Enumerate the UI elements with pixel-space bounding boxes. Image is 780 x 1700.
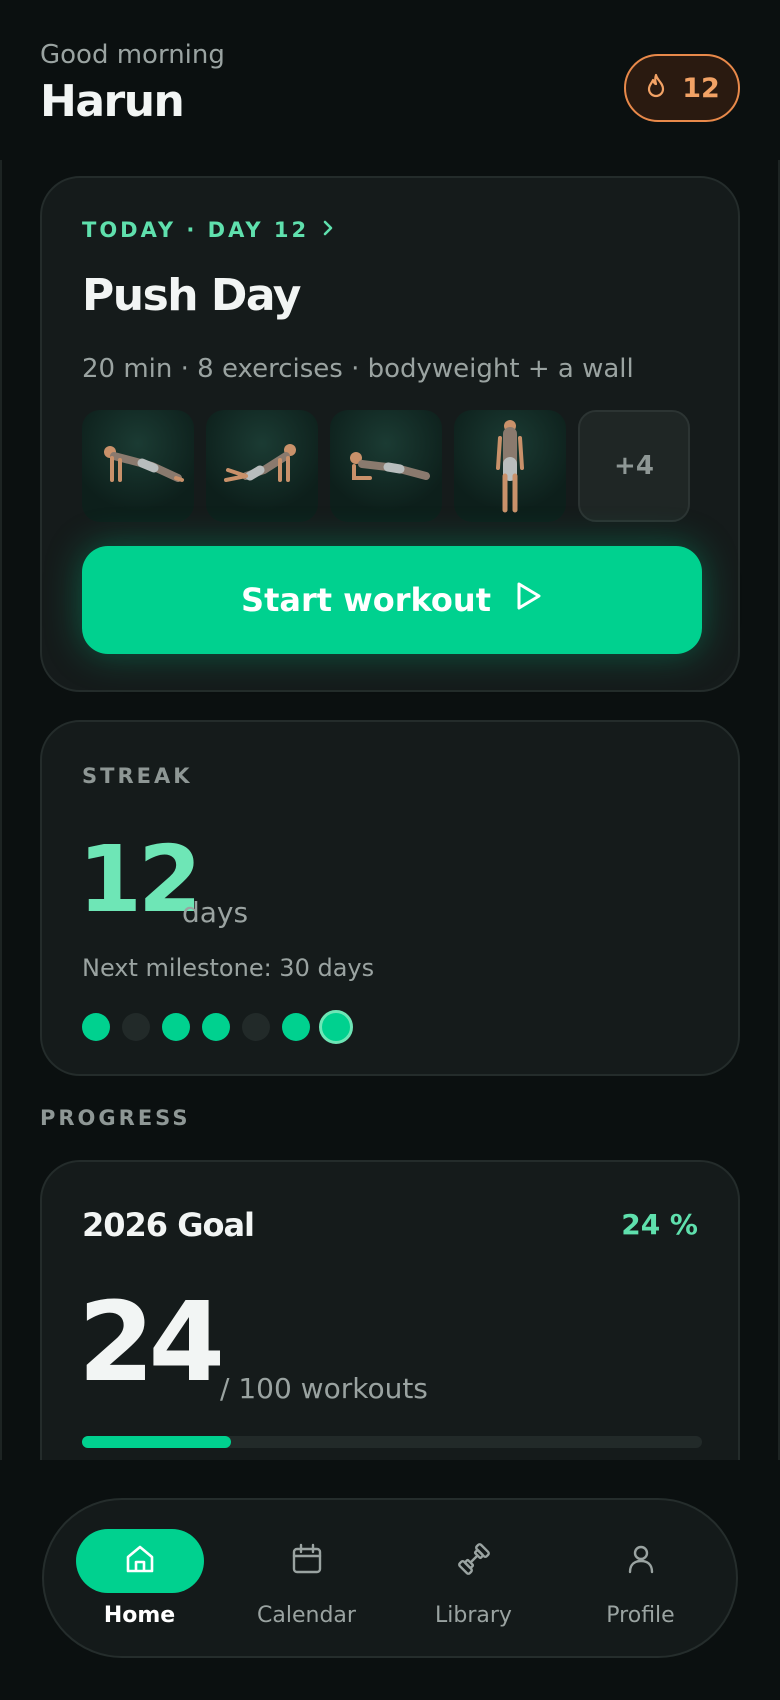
streak-card: STREAK 12 days Next milestone: 30 days [40,720,740,1076]
streak-count: 12 [78,826,202,933]
goal-progress-fill [82,1436,231,1448]
streak-dot [162,1013,190,1041]
today-label-link[interactable]: TODAY · DAY 12 [82,218,335,242]
nav-library[interactable]: Library [394,1529,554,1628]
play-icon [513,580,543,620]
next-milestone: Next milestone: 30 days [82,954,375,982]
nav-calendar-label: Calendar [257,1602,356,1628]
goal-title: 2026 Goal [82,1206,255,1244]
start-workout-label: Start workout [241,581,491,619]
goal-percent: 24 % [621,1208,698,1241]
header: Good morning Harun 12 [40,40,740,140]
streak-week-dots [82,1010,353,1044]
goal-progress-track [82,1436,702,1448]
workout-title: Push Day [82,270,301,321]
streak-dot [282,1013,310,1041]
streak-label: STREAK [82,764,193,788]
progress-section-label: PROGRESS [40,1106,191,1130]
streak-dot [82,1013,110,1041]
nav-profile-label: Profile [606,1602,675,1628]
bottom-nav: Home Calendar Library Profile [42,1498,738,1658]
today-label: TODAY · DAY 12 [82,218,310,242]
chevron-right-icon [321,218,335,242]
start-workout-button[interactable]: Start workout [82,546,702,654]
nav-profile[interactable]: Profile [561,1529,721,1628]
workout-meta: 20 min · 8 exercises · bodyweight + a wa… [82,354,634,384]
plank-thumbnail[interactable] [330,410,442,522]
standing-thumbnail[interactable] [454,410,566,522]
knee-push-up-thumbnail[interactable] [206,410,318,522]
nav-library-label: Library [435,1602,512,1628]
streak-unit: days [182,896,249,929]
streak-dot-today [319,1010,353,1044]
nav-home[interactable]: Home [60,1528,220,1628]
exercise-thumbnails: +4 [82,410,690,522]
nav-home-label: Home [103,1602,176,1628]
goal-total: / 100 workouts [220,1372,428,1405]
streak-badge-count: 12 [682,72,720,104]
nav-calendar[interactable]: Calendar [227,1529,387,1628]
flame-icon [644,73,668,103]
streak-dot [242,1013,270,1041]
calendar-icon [290,1542,324,1580]
home-icon [123,1542,157,1580]
more-exercises-tile[interactable]: +4 [578,410,690,522]
goal-card[interactable]: 2026 Goal 24 % 24 / 100 workouts [40,1160,740,1460]
user-icon [624,1542,658,1580]
streak-badge[interactable]: 12 [624,54,740,122]
streak-dot [122,1013,150,1041]
goal-done-count: 24 [78,1278,225,1406]
left-edge-line [0,160,2,1460]
dumbbell-icon [456,1541,492,1581]
push-up-thumbnail[interactable] [82,410,194,522]
streak-dot [202,1013,230,1041]
today-workout-card[interactable]: TODAY · DAY 12 Push Day 20 min · 8 exerc… [40,176,740,692]
